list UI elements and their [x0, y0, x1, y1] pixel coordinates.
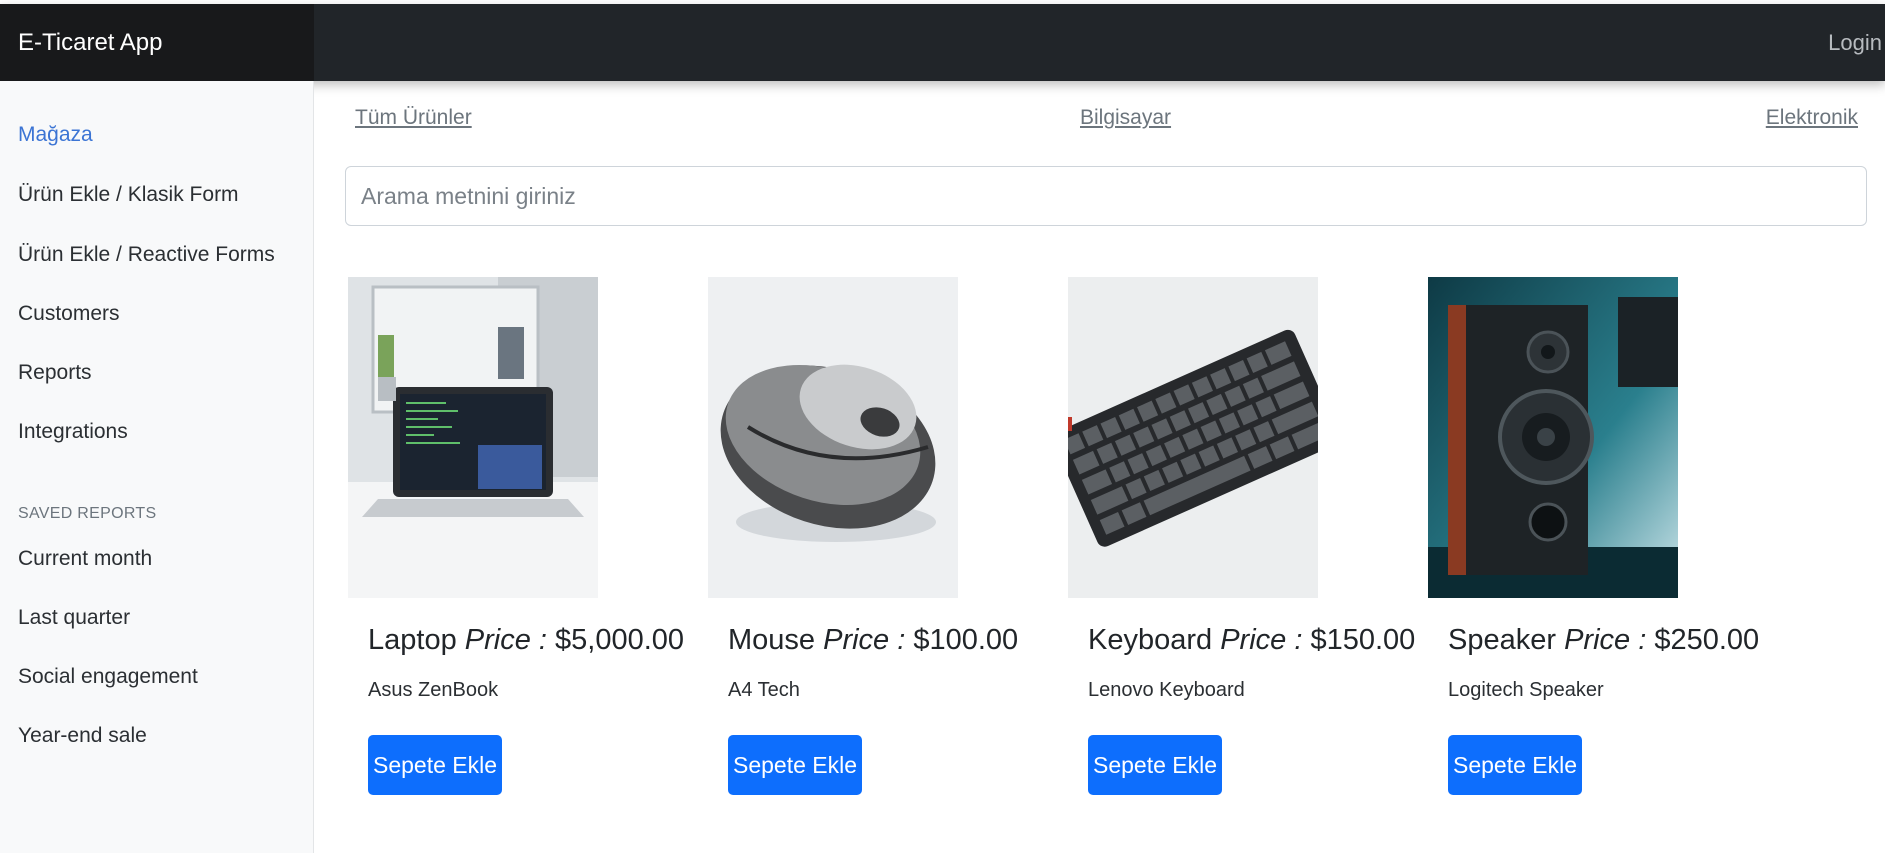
category-link-computer[interactable]: Bilgisayar: [1080, 106, 1171, 130]
price-label: Price :: [1564, 624, 1647, 656]
speaker-photo: [1428, 277, 1678, 598]
sidebar-item-add-product-reactive[interactable]: Ürün Ekle / Reactive Forms: [18, 243, 275, 267]
product-price: $5,000.00: [555, 624, 685, 656]
product-description-laptop: Asus ZenBook: [368, 679, 499, 701]
saved-report-social-engagement[interactable]: Social engagement: [18, 665, 198, 689]
price-label: Price :: [823, 624, 906, 656]
product-title-laptop: Laptop Price : $5,000.00: [368, 624, 684, 657]
sidebar-item-integrations[interactable]: Integrations: [18, 420, 128, 444]
sidebar-item-reports[interactable]: Reports: [18, 361, 92, 385]
add-to-cart-button-keyboard[interactable]: Sepete Ekle: [1088, 735, 1222, 795]
keyboard-photo: [1068, 277, 1318, 598]
product-description-mouse: A4 Tech: [728, 679, 800, 701]
product-name: Laptop: [368, 624, 457, 656]
top-navbar: E-Ticaret App Login: [0, 4, 1885, 81]
sidebar-item-customers[interactable]: Customers: [18, 302, 120, 326]
saved-reports-heading: SAVED REPORTS: [18, 505, 157, 522]
product-price: $100.00: [913, 624, 1019, 656]
product-title-keyboard: Keyboard Price : $150.00: [1088, 624, 1415, 657]
product-price: $250.00: [1654, 624, 1760, 656]
price-label: Price :: [464, 624, 547, 656]
product-name: Keyboard: [1088, 624, 1213, 656]
saved-report-current-month[interactable]: Current month: [18, 547, 152, 571]
product-title-mouse: Mouse Price : $100.00: [728, 624, 1018, 657]
saved-report-last-quarter[interactable]: Last quarter: [18, 606, 130, 630]
add-to-cart-button-mouse[interactable]: Sepete Ekle: [728, 735, 862, 795]
search-input[interactable]: [345, 166, 1867, 226]
product-name: Speaker: [1448, 624, 1557, 656]
laptop-photo: [348, 277, 598, 598]
product-title-speaker: Speaker Price : $250.00: [1448, 624, 1759, 657]
product-description-speaker: Logitech Speaker: [1448, 679, 1604, 701]
sidebar: Mağaza Ürün Ekle / Klasik Form Ürün Ekle…: [0, 81, 314, 853]
category-link-all[interactable]: Tüm Ürünler: [355, 106, 472, 130]
mouse-photo: [708, 277, 958, 598]
add-to-cart-button-laptop[interactable]: Sepete Ekle: [368, 735, 502, 795]
saved-report-year-end-sale[interactable]: Year-end sale: [18, 724, 147, 748]
add-to-cart-button-speaker[interactable]: Sepete Ekle: [1448, 735, 1582, 795]
product-description-keyboard: Lenovo Keyboard: [1088, 679, 1245, 701]
category-link-electronics[interactable]: Elektronik: [1766, 106, 1858, 130]
price-label: Price :: [1220, 624, 1303, 656]
login-link[interactable]: Login: [1828, 4, 1882, 81]
sidebar-item-add-product-classic[interactable]: Ürün Ekle / Klasik Form: [18, 183, 239, 207]
product-price: $150.00: [1310, 624, 1416, 656]
brand-link[interactable]: E-Ticaret App: [0, 4, 314, 81]
product-name: Mouse: [728, 624, 816, 656]
sidebar-item-store[interactable]: Mağaza: [18, 123, 93, 147]
